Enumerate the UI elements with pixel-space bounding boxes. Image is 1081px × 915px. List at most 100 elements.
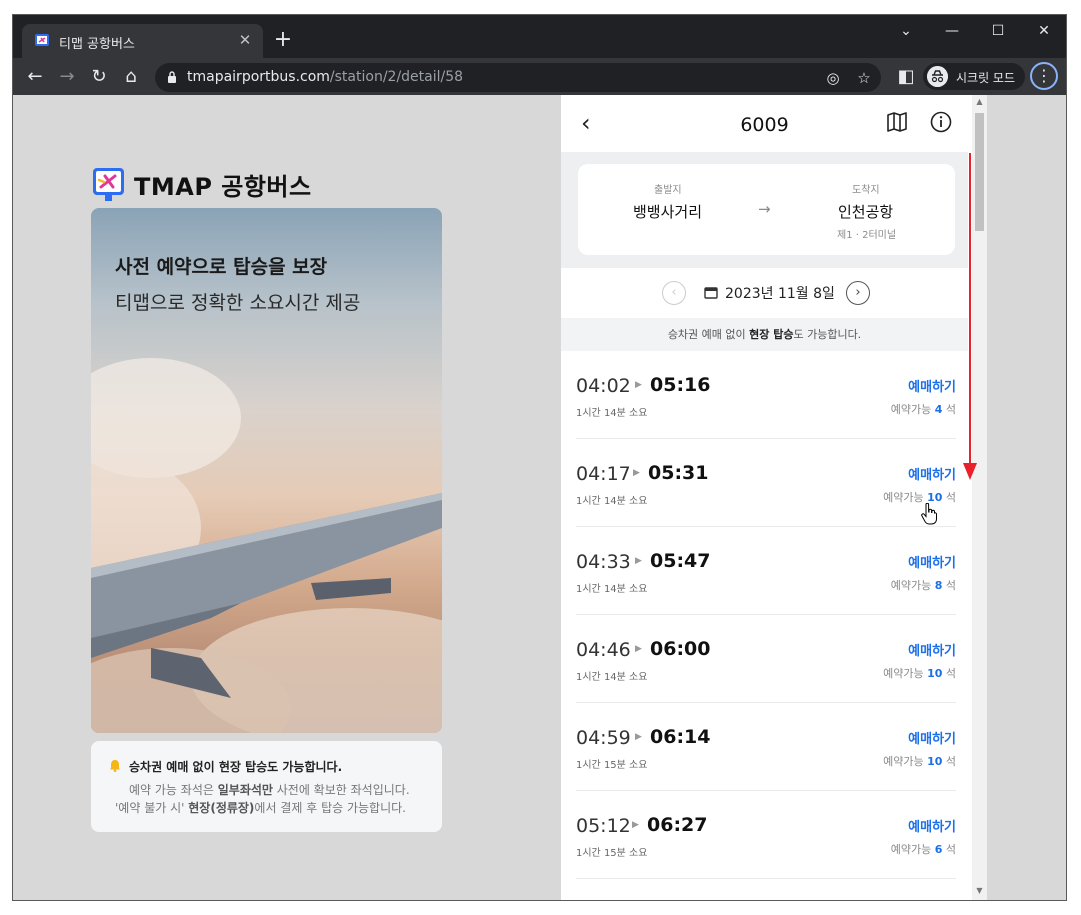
route-detail-panel: ‹ 6009 출발지 뱅뱅사거리 → 도착지 인천공항 제1 · 2터미널 ‹ … [561, 95, 987, 900]
info-icon[interactable] [930, 111, 952, 133]
page-content: TMAP 공항버스 사전 예약으로 탑승을 보장 티맵으로 정확한 소요시간 제… [13, 95, 1066, 900]
forward-icon[interactable]: → [54, 64, 80, 90]
title-bar: 티맵 공항버스 ✕ + ⌄ — ☐ ✕ [13, 15, 1066, 58]
address-bar[interactable]: tmapairportbus.com/station/2/detail/58 ◎… [155, 63, 881, 92]
duration-text: 1시간 14분 소요 [576, 584, 648, 595]
route-header: ‹ 6009 [561, 95, 968, 152]
seat-availability: 예약가능 6 석 [891, 841, 956, 857]
schedule-row: 04:02 ▶ 05:16 1시간 14분 소요 예매하기 예약가능 4 석 [576, 351, 956, 439]
minimize-button[interactable]: — [937, 21, 967, 41]
back-icon[interactable]: ← [22, 64, 48, 90]
route-card: 출발지 뱅뱅사거리 → 도착지 인천공항 제1 · 2터미널 [578, 164, 955, 255]
book-button[interactable]: 예매하기 [908, 640, 956, 659]
hand-pointer-cursor-icon [921, 503, 937, 525]
seat-availability: 예약가능 10 석 [883, 489, 956, 505]
scroll-down-arrow-icon[interactable]: ▼ [972, 886, 987, 895]
onsite-notice-card: 승차권 예매 없이 현장 탑승도 가능합니다. 예약 가능 좌석은 일부좌석만 … [91, 741, 442, 832]
new-tab-button[interactable]: + [271, 29, 295, 53]
incognito-indicator[interactable]: 시크릿 모드 [923, 63, 1025, 90]
book-button[interactable]: 예매하기 [908, 464, 956, 483]
seat-unit: 석 [942, 755, 956, 768]
home-icon[interactable]: ⌂ [118, 64, 144, 90]
seat-unit: 석 [942, 667, 956, 680]
tab-search-icon[interactable]: ⌄ [891, 21, 921, 41]
arrival-time: 06:00 [650, 638, 711, 660]
bell-icon [110, 760, 120, 772]
browser-window: 티맵 공항버스 ✕ + ⌄ — ☐ ✕ ← → ↻ ⌂ tmapairportb… [12, 14, 1067, 901]
scroll-down-annotation-arrow [963, 153, 977, 480]
seat-unit: 석 [942, 491, 956, 504]
tmap-favicon-icon [35, 34, 49, 46]
play-triangle-icon: ▶ [635, 380, 642, 390]
airplane-wing-illustration [91, 358, 442, 733]
notice-line-1-b: 일부좌석만 [217, 783, 273, 797]
reload-icon[interactable]: ↻ [86, 64, 112, 90]
play-triangle-icon: ▶ [635, 732, 642, 742]
route-summary: 출발지 뱅뱅사거리 → 도착지 인천공항 제1 · 2터미널 [561, 152, 968, 268]
kebab-menu-icon[interactable]: ⋮ [1030, 62, 1058, 90]
lock-icon [168, 71, 176, 83]
notice-line-1-c: 사전에 확보한 좌석입니다. [272, 783, 410, 797]
scroll-up-arrow-icon[interactable]: ▲ [972, 97, 987, 106]
tab-close-icon[interactable]: ✕ [235, 30, 255, 50]
notice-line-1: 예약 가능 좌석은 일부좌석만 사전에 확보한 좌석입니다. [129, 781, 410, 798]
next-date-button[interactable]: › [846, 281, 870, 305]
date-selector: ‹ 2023년 11월 8일 › [561, 268, 968, 318]
play-triangle-icon: ▶ [635, 644, 642, 654]
destination-name: 인천공항 [838, 203, 894, 221]
calendar-icon [704, 287, 718, 299]
arrival-time: 06:27 [647, 814, 708, 836]
route-arrow-icon: → [758, 200, 771, 218]
seat-unit: 석 [942, 579, 956, 592]
bookmark-star-icon[interactable]: ☆ [854, 68, 874, 88]
arrival-time: 05:31 [648, 462, 709, 484]
departure-time: 04:59 [576, 727, 631, 749]
close-window-button[interactable]: ✕ [1029, 21, 1059, 41]
seat-unit: 석 [942, 843, 956, 856]
departure-time: 05:12 [576, 815, 631, 837]
book-button[interactable]: 예매하기 [908, 816, 956, 835]
onsite-suffix: 도 가능합니다. [793, 328, 862, 341]
departure-time: 04:02 [576, 375, 631, 397]
brand-wordmark: TMAP 공항버스 [134, 173, 312, 201]
duration-text: 1시간 14분 소요 [576, 408, 648, 419]
availability-label: 예약가능 [883, 755, 928, 768]
notice-line-1-a: 예약 가능 좌석은 [129, 783, 218, 797]
side-panel-icon[interactable]: ◧ [893, 64, 919, 90]
url-path: /station/2/detail/58 [329, 69, 464, 85]
book-button[interactable]: 예매하기 [908, 728, 956, 747]
play-triangle-icon: ▶ [632, 820, 639, 830]
origin-caption: 출발지 [654, 185, 682, 196]
notice-line-2: '예약 불가 시' 현장(정류장)에서 결제 후 탑승 가능합니다. [115, 799, 406, 816]
schedule-row: 04:17 ▶ 05:31 1시간 14분 소요 예매하기 예약가능 10 석 [576, 439, 956, 527]
browser-tab[interactable]: 티맵 공항버스 ✕ [22, 24, 263, 58]
schedule-row: 04:46 ▶ 06:00 1시간 14분 소요 예매하기 예약가능 10 석 [576, 615, 956, 703]
hero-title: 사전 예약으로 탑승을 보장 [115, 256, 328, 278]
seat-availability: 예약가능 10 석 [883, 665, 956, 681]
duration-text: 1시간 15분 소요 [576, 848, 648, 859]
book-button[interactable]: 예매하기 [908, 376, 956, 395]
book-button[interactable]: 예매하기 [908, 552, 956, 571]
play-triangle-icon: ▶ [633, 468, 640, 478]
eye-off-icon[interactable]: ◎ [823, 68, 843, 88]
arrival-time: 05:16 [650, 374, 711, 396]
incognito-label: 시크릿 모드 [956, 71, 1016, 85]
availability-label: 예약가능 [883, 667, 928, 680]
seat-unit: 석 [942, 403, 956, 416]
availability-label: 예약가능 [890, 403, 935, 416]
availability-label: 예약가능 [890, 843, 935, 856]
notice-line-2-c: 에서 결제 후 탑승 가능합니다. [254, 801, 406, 815]
incognito-icon [927, 66, 948, 87]
maximize-button[interactable]: ☐ [983, 21, 1013, 41]
destination-terminal: 제1 · 2터미널 [837, 230, 897, 241]
selected-date[interactable]: 2023년 11월 8일 [725, 283, 835, 303]
onsite-boarding-note: 승차권 예매 없이 현장 탑승도 가능합니다. [561, 318, 968, 351]
seat-availability: 예약가능 4 석 [891, 401, 956, 417]
notice-line-2-a: '예약 불가 시' [115, 801, 189, 815]
schedule-row: 05:12 ▶ 06:27 1시간 15분 소요 예매하기 예약가능 6 석 [576, 791, 956, 879]
seat-count: 10 [927, 667, 943, 680]
url-text: tmapairportbus.com/station/2/detail/58 [187, 69, 463, 85]
map-icon[interactable] [886, 112, 908, 132]
prev-date-button[interactable]: ‹ [662, 281, 686, 305]
browser-toolbar: ← → ↻ ⌂ tmapairportbus.com/station/2/det… [13, 58, 1066, 95]
